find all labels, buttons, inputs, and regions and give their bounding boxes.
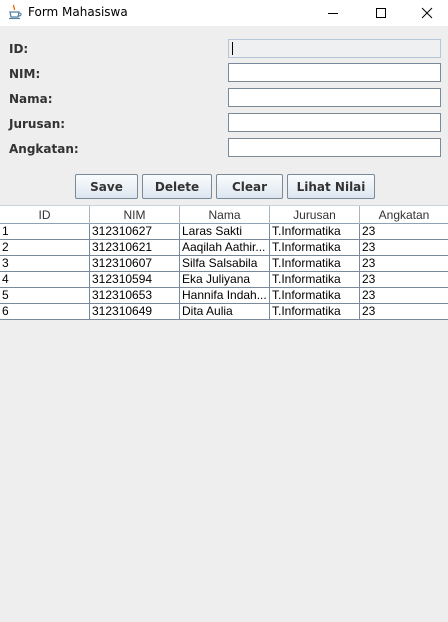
minimize-icon <box>328 13 338 14</box>
table-cell: 1 <box>0 224 90 240</box>
column-header-nim[interactable]: NIM <box>90 206 180 224</box>
table-cell: 312310607 <box>90 256 180 272</box>
close-icon <box>421 7 433 19</box>
table-cell: Hannifa Indah... <box>180 288 270 304</box>
table-cell: Aaqilah Aathir... <box>180 240 270 256</box>
table-cell: 312310621 <box>90 240 180 256</box>
table-row[interactable]: 6 312310649 Dita Aulia T.Informatika 23 <box>0 304 448 320</box>
window-title: Form Mahasiswa <box>28 5 128 19</box>
angkatan-field[interactable] <box>228 138 441 157</box>
table-cell: Silfa Salsabila <box>180 256 270 272</box>
table-cell: T.Informatika <box>270 272 360 288</box>
column-header-jurusan[interactable]: Jurusan <box>270 206 360 224</box>
nim-label: NIM: <box>9 67 41 81</box>
title-bar: Form Mahasiswa <box>0 0 448 26</box>
table-cell: 23 <box>360 224 448 240</box>
mahasiswa-table[interactable]: ID NIM Nama Jurusan Angkatan 1 312310627… <box>0 205 448 320</box>
table-row[interactable]: 1 312310627 Laras Sakti T.Informatika 23 <box>0 224 448 240</box>
table-header: ID NIM Nama Jurusan Angkatan <box>0 205 448 224</box>
table-cell: T.Informatika <box>270 304 360 320</box>
table-cell: 23 <box>360 272 448 288</box>
table-cell: Laras Sakti <box>180 224 270 240</box>
table-cell: T.Informatika <box>270 288 360 304</box>
angkatan-label: Angkatan: <box>9 142 79 156</box>
column-header-id[interactable]: ID <box>0 206 90 224</box>
table-cell: 312310594 <box>90 272 180 288</box>
table-cell: Dita Aulia <box>180 304 270 320</box>
table-cell: T.Informatika <box>270 240 360 256</box>
nama-label: Nama: <box>9 92 53 106</box>
table-cell: 5 <box>0 288 90 304</box>
id-label: ID: <box>9 42 29 56</box>
table-row[interactable]: 3 312310607 Silfa Salsabila T.Informatik… <box>0 256 448 272</box>
table-cell: 23 <box>360 288 448 304</box>
table-row[interactable]: 5 312310653 Hannifa Indah... T.Informati… <box>0 288 448 304</box>
table-cell: T.Informatika <box>270 256 360 272</box>
maximize-button[interactable] <box>358 0 404 26</box>
table-cell: 2 <box>0 240 90 256</box>
table-cell: Eka Juliyana <box>180 272 270 288</box>
table-cell: T.Informatika <box>270 224 360 240</box>
table-cell: 312310627 <box>90 224 180 240</box>
lihat-nilai-button[interactable]: Lihat Nilai <box>287 174 375 199</box>
table-cell: 6 <box>0 304 90 320</box>
table-cell: 23 <box>360 304 448 320</box>
column-header-angkatan[interactable]: Angkatan <box>360 206 448 224</box>
table-row[interactable]: 4 312310594 Eka Juliyana T.Informatika 2… <box>0 272 448 288</box>
table-cell: 23 <box>360 240 448 256</box>
table-row[interactable]: 2 312310621 Aaqilah Aathir... T.Informat… <box>0 240 448 256</box>
jurusan-field[interactable] <box>228 113 441 132</box>
table-cell: 3 <box>0 256 90 272</box>
nim-field[interactable] <box>228 63 441 82</box>
maximize-icon <box>376 8 386 18</box>
java-cup-icon <box>7 4 23 20</box>
column-header-nama[interactable]: Nama <box>180 206 270 224</box>
delete-button[interactable]: Delete <box>142 174 212 199</box>
table-cell: 23 <box>360 256 448 272</box>
minimize-button[interactable] <box>310 0 356 26</box>
table-cell: 312310653 <box>90 288 180 304</box>
id-field[interactable] <box>228 39 441 58</box>
save-button[interactable]: Save <box>75 174 138 199</box>
table-cell: 4 <box>0 272 90 288</box>
clear-button[interactable]: Clear <box>216 174 283 199</box>
text-caret <box>232 42 233 55</box>
close-button[interactable] <box>404 0 448 26</box>
nama-field[interactable] <box>228 88 441 107</box>
table-cell: 312310649 <box>90 304 180 320</box>
jurusan-label: Jurusan: <box>9 117 66 131</box>
